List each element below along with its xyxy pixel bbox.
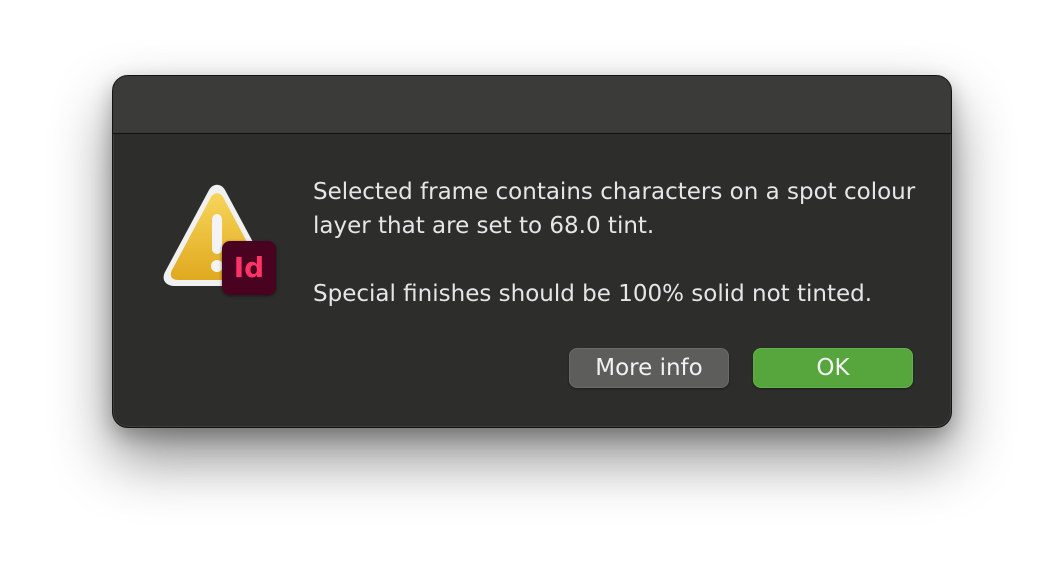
app-badge-label: Id	[233, 251, 265, 284]
alert-message: Selected frame contains characters on a …	[313, 175, 933, 311]
indesign-app-icon: Id	[222, 241, 276, 295]
screen-background: Id Selected frame contains characters on…	[0, 0, 1064, 576]
dialog-titlebar[interactable]	[113, 76, 951, 134]
ok-button[interactable]: OK	[753, 348, 913, 388]
more-info-button[interactable]: More info	[569, 348, 729, 388]
alert-dialog: Id Selected frame contains characters on…	[112, 75, 952, 428]
message-line-2: Special finishes should be 100% solid no…	[313, 281, 873, 307]
message-line-1: Selected frame contains characters on a …	[313, 179, 916, 239]
